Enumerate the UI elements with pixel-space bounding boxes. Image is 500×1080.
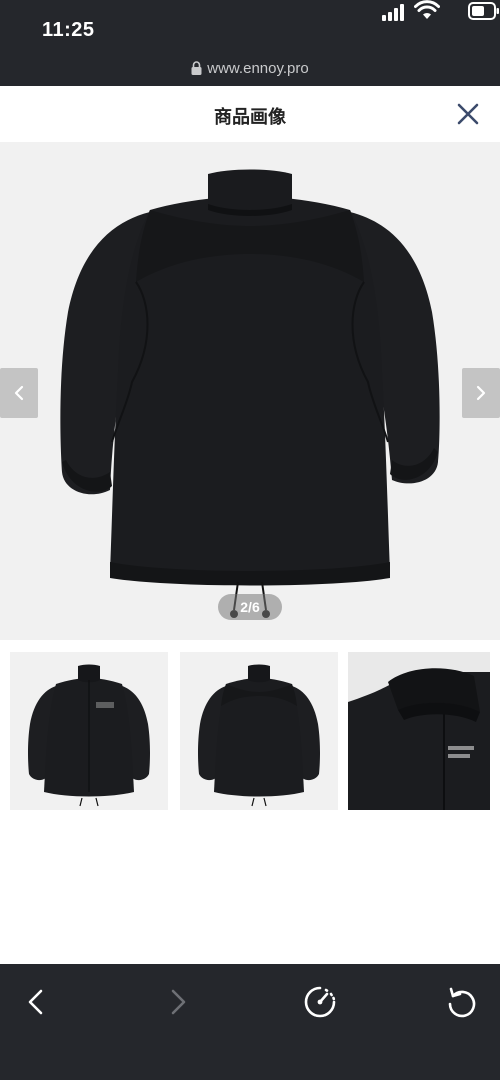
page-header: 商品画像 (0, 86, 500, 142)
next-image-button[interactable] (462, 368, 500, 418)
close-button[interactable] (454, 100, 482, 128)
forward-button[interactable] (158, 982, 198, 1022)
url-bar[interactable]: www.ennoy.pro (0, 60, 500, 77)
chevron-right-icon (171, 989, 186, 1015)
thumbnail-back[interactable] (180, 652, 338, 810)
thumbnail-strip (10, 652, 490, 810)
close-icon (457, 103, 479, 125)
reload-icon (448, 987, 476, 1018)
clock-time: 11:25 (42, 19, 95, 41)
thumbnail-collar-detail[interactable] (348, 652, 490, 810)
chevron-left-icon (28, 989, 43, 1015)
thumbnail-front[interactable] (10, 652, 168, 810)
status-bar: 11:25 www.ennoy.pro (0, 0, 500, 86)
back-button[interactable] (16, 982, 56, 1022)
wifi-icon (414, 0, 440, 19)
main-product-image (60, 169, 440, 618)
jacket-front-thumbnail (28, 664, 150, 807)
browser-toolbar (0, 964, 500, 1080)
image-counter: 2/6 (218, 594, 282, 620)
jacket-back-thumbnail (198, 664, 320, 807)
speedometer-icon (304, 986, 336, 1018)
previous-image-button[interactable] (0, 368, 38, 418)
chevron-right-icon (476, 385, 486, 401)
url-text: www.ennoy.pro (207, 60, 309, 77)
page-title: 商品画像 (214, 107, 286, 128)
speed-button[interactable] (300, 982, 340, 1022)
cellular-signal-icon (382, 4, 404, 21)
jacket-collar-thumbnail (348, 652, 490, 810)
reload-button[interactable] (442, 982, 482, 1022)
battery-icon (468, 2, 499, 20)
lock-icon (191, 61, 202, 75)
chevron-left-icon (14, 385, 24, 401)
image-viewer[interactable]: 2/6 (0, 142, 500, 640)
